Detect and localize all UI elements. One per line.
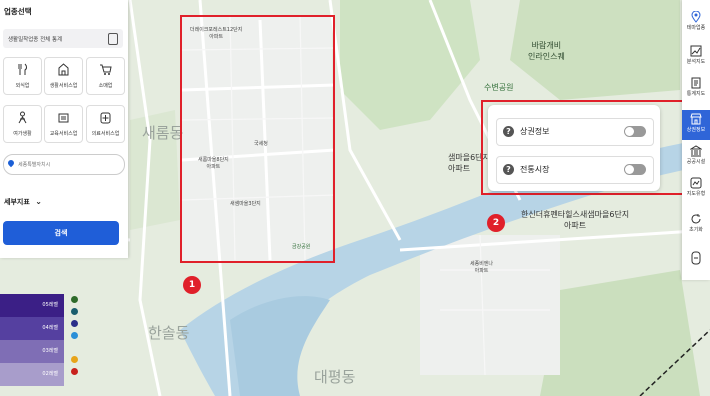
chevron-down-icon: ⌄ <box>35 197 42 206</box>
building-icon <box>58 63 69 76</box>
legend-dot-green[interactable] <box>71 296 78 303</box>
menu-label: 통계지도 <box>686 91 706 97</box>
category-label: 소매업 <box>98 83 113 89</box>
category-label: 교육서비스업 <box>49 131 78 137</box>
menu-label: 지도유형 <box>686 191 706 197</box>
location-icon <box>691 11 701 23</box>
menu-commercial-info[interactable]: 상권정보 <box>682 110 710 140</box>
sub-indicator-toggle[interactable]: 세부지표 ⌄ <box>4 197 42 207</box>
menu-public-facility[interactable]: 공공시설 <box>682 142 710 172</box>
school-icon <box>58 113 69 123</box>
minus-icon <box>691 251 701 265</box>
commercial-toggle[interactable] <box>624 126 646 137</box>
chart-icon <box>690 45 702 57</box>
industry-select[interactable]: 생활밀착업종 전체 통계 <box>3 29 123 48</box>
category-label: 생활서비스업 <box>49 83 78 89</box>
document-icon <box>691 77 701 89</box>
menu-label: 상권정보 <box>686 127 706 133</box>
location-pin-icon <box>6 158 16 168</box>
leisure-icon <box>18 111 27 124</box>
help-icon[interactable]: ? <box>503 126 514 137</box>
category-retail[interactable]: 소매업 <box>86 57 125 95</box>
legend-level-2: 02레벨 <box>0 363 64 386</box>
region-search-input[interactable] <box>16 158 120 172</box>
category-label: 의료서비스업 <box>91 131 120 137</box>
market-toggle[interactable] <box>624 164 646 175</box>
cart-icon <box>100 64 112 75</box>
map-label-baram: 바람개비 인라인스퀘 <box>528 41 565 61</box>
level-legend: 05레벨 04레벨 03레벨 02레벨 <box>0 294 64 386</box>
menu-map-type[interactable]: 지도유형 <box>682 174 710 204</box>
menu-label: 분석지도 <box>686 59 706 65</box>
menu-label: 테마업종 <box>686 25 706 31</box>
badge-2: 2 <box>487 214 505 232</box>
layer-row-commercial: ? 상권정보 <box>496 118 654 146</box>
category-education[interactable]: 교육서비스업 <box>44 105 83 143</box>
map-type-icon <box>690 177 702 189</box>
layer-label: 상권정보 <box>520 127 550 136</box>
layer-popup: ? 상권정보 ? 전통시장 <box>488 105 660 191</box>
layer-row-market: ? 전통시장 <box>496 156 654 184</box>
copy-icon <box>108 33 118 45</box>
legend-dot-teal[interactable] <box>71 308 78 315</box>
map-label-saemdong: 새롬동 <box>142 124 184 142</box>
category-medical[interactable]: 의료서비스업 <box>86 105 125 143</box>
menu-label: 공공시설 <box>686 159 706 165</box>
category-living-service[interactable]: 생활서비스업 <box>44 57 83 95</box>
industry-panel: 업종선택 생활밀착업종 전체 통계 외식업 생활서비스업 소매업 여가생활 교육… <box>0 0 128 258</box>
sub-indicator-label: 세부지표 <box>4 198 30 206</box>
map-label-apt4: 세종비엔나 아파트 <box>470 261 494 274</box>
bank-icon <box>690 145 702 157</box>
menu-analysis-map[interactable]: 분석지도 <box>682 42 710 72</box>
region-search <box>3 154 125 175</box>
legend-level-3: 03레벨 <box>0 340 64 363</box>
legend-dot-checked[interactable] <box>71 320 78 327</box>
search-button[interactable]: 검색 <box>3 221 119 245</box>
legend-level-5: 05레벨 <box>0 294 64 317</box>
medical-icon <box>100 112 111 124</box>
badge-1: 1 <box>183 276 201 294</box>
legend-dot-red[interactable] <box>71 368 78 375</box>
refresh-icon <box>691 214 701 224</box>
menu-more[interactable] <box>682 248 710 270</box>
category-leisure[interactable]: 여가생활 <box>3 105 42 143</box>
menu-reset[interactable]: 초기화 <box>682 210 710 240</box>
panel-title: 업종선택 <box>4 7 32 16</box>
right-menu: 테마업종 분석지도 통계지도 상권정보 공공시설 지도유형 초기화 <box>682 0 710 280</box>
category-restaurant[interactable]: 외식업 <box>3 57 42 95</box>
menu-label: 초기화 <box>689 227 703 233</box>
industry-select-label: 생활밀착업종 전체 통계 <box>8 37 63 43</box>
legend-dot-orange[interactable] <box>71 356 78 363</box>
help-icon[interactable]: ? <box>503 164 514 175</box>
legend-dot-blue[interactable] <box>71 332 78 339</box>
menu-stat-map[interactable]: 통계지도 <box>682 74 710 104</box>
map-label-hansin: 한신더휴펜타힐스새샘마을6단지 아파트 <box>521 210 630 230</box>
category-label: 여가생활 <box>13 131 32 137</box>
highlight-box-1 <box>180 15 335 263</box>
map-label-hansol: 한솔동 <box>148 324 190 342</box>
category-label: 외식업 <box>15 83 30 89</box>
fork-icon <box>18 63 27 75</box>
layer-label: 전통시장 <box>520 165 550 174</box>
legend-level-4: 04레벨 <box>0 317 64 340</box>
map-label-daepyeong: 대평동 <box>314 368 356 386</box>
map-label-park: 수변공원 <box>484 83 514 92</box>
store-icon <box>690 113 702 125</box>
menu-theme-industry[interactable]: 테마업종 <box>682 8 710 38</box>
